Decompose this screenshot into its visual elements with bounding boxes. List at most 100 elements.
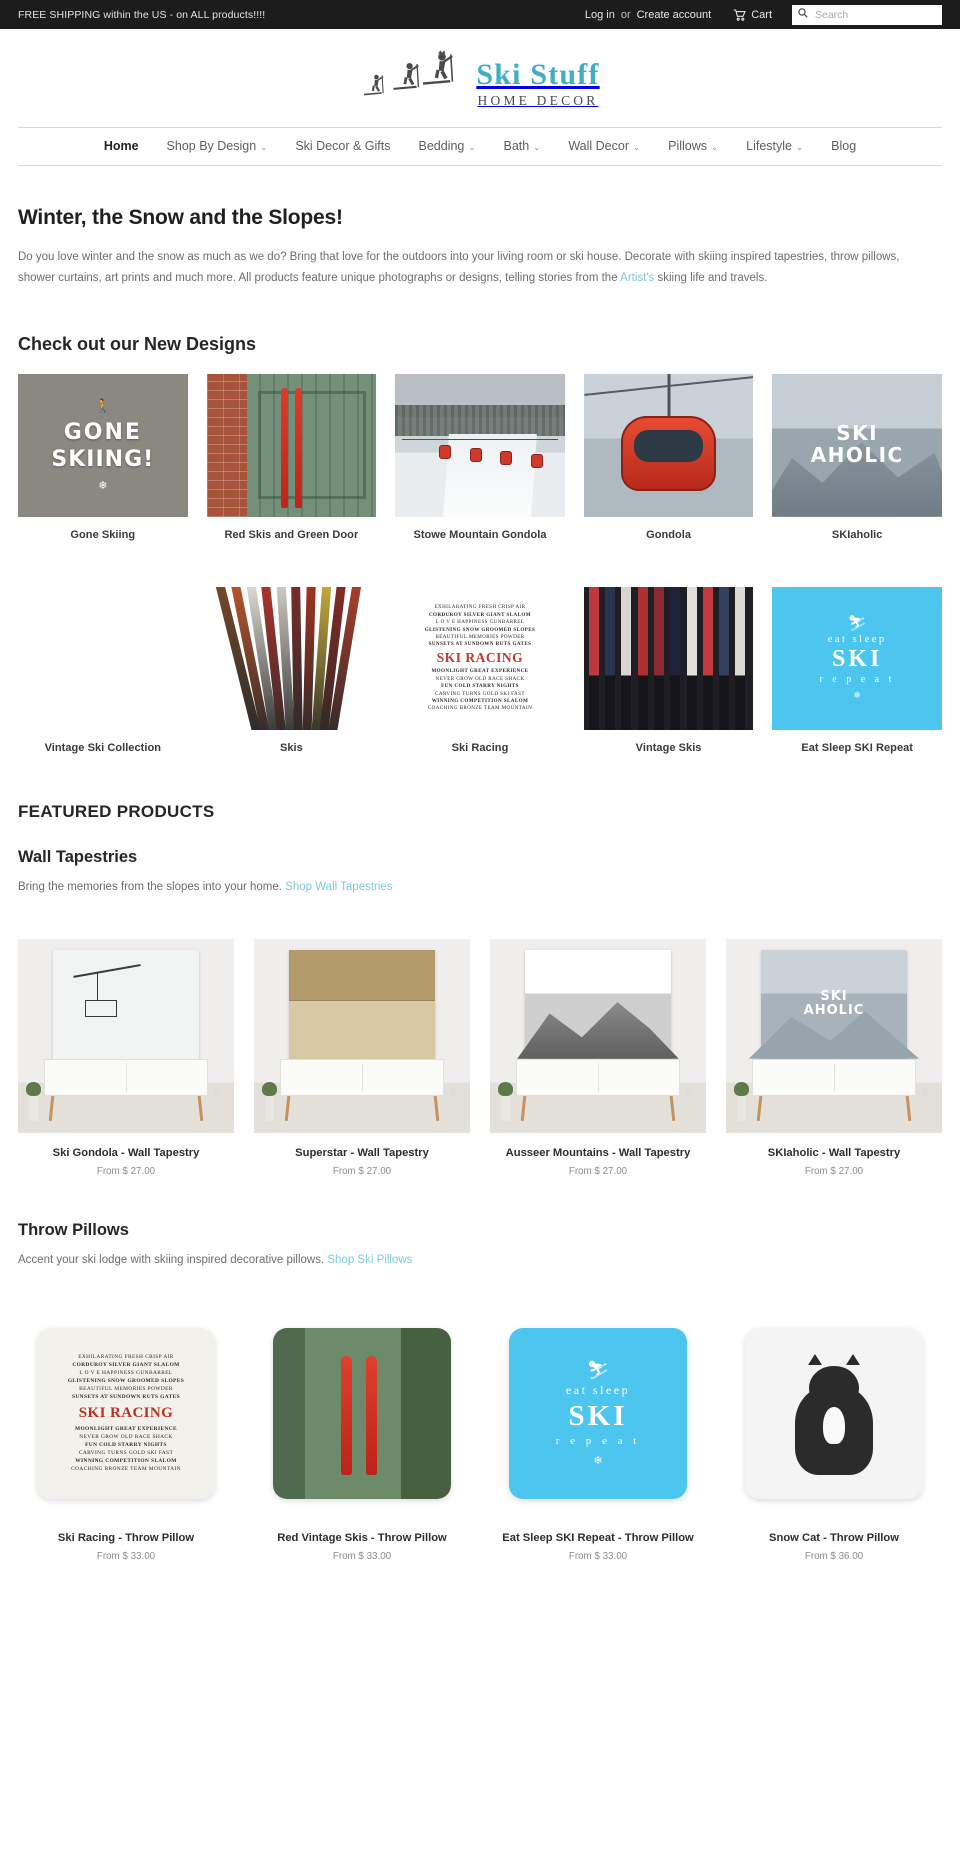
design-thumbnail-gondola[interactable] xyxy=(583,373,754,517)
product-card[interactable]: Ski Gondola - Wall Tapestry From $ 27.00 xyxy=(18,938,234,1177)
racing-line: BEAUTIFUL MEMORIES POWDER xyxy=(79,1385,173,1392)
design-card[interactable]: 🚶 GONE SKIING! ❄ Gone Skiing xyxy=(18,373,188,541)
main-content: Winter, the Snow and the Slopes! Do you … xyxy=(0,206,960,1562)
nav-item-bath[interactable]: Bath ⌄ xyxy=(489,139,554,153)
repeat-text: r e p e a t xyxy=(555,1434,641,1447)
nav-item-blog[interactable]: Blog xyxy=(817,139,870,153)
shop-wall-tapestries-link[interactable]: Shop Wall Tapestries xyxy=(285,881,392,893)
product-card[interactable]: EXHILARATING FRESH CRISP AIR CORDUROY SIL… xyxy=(18,1309,234,1562)
design-thumbnail-eat-sleep-ski-repeat[interactable]: ⛷ eat sleep SKI r e p e a t ❄ xyxy=(772,586,942,730)
eat-sleep-text: eat sleep xyxy=(827,633,887,645)
product-card[interactable]: Snow Cat - Throw Pillow From $ 36.00 xyxy=(726,1309,942,1562)
login-link[interactable]: Log in xyxy=(585,9,615,21)
design-thumbnail-red-skis-green-door[interactable] xyxy=(206,373,377,517)
design-caption: Vintage Skis xyxy=(635,741,702,754)
design-caption: Skis xyxy=(279,741,303,754)
design-caption: Vintage Ski Collection xyxy=(44,741,162,754)
design-caption: Red Skis and Green Door xyxy=(224,528,359,541)
artist-link[interactable]: Artist's xyxy=(620,272,654,284)
nav-item-label: Blog xyxy=(831,139,857,153)
new-designs-row-2: Vintage Ski Collection Skis EXHILARATING… xyxy=(18,586,942,754)
design-thumbnail-gone-skiing[interactable]: 🚶 GONE SKIING! ❄ xyxy=(18,373,188,517)
product-card[interactable]: SKI AHOLIC SKIaholic - Wall Tapestry Fro… xyxy=(726,938,942,1177)
racing-line: L O V E HAPPINESS GUNBARREL xyxy=(435,619,525,626)
account-links: Log in or Create account xyxy=(585,9,711,21)
nav-item-pillows[interactable]: Pillows ⌄ xyxy=(654,139,732,153)
design-card[interactable]: Stowe Mountain Gondola xyxy=(395,373,565,541)
page-title: Winter, the Snow and the Slopes! xyxy=(18,206,343,229)
product-card[interactable]: ⛷ eat sleep SKI r e p e a t ❄ Eat Sleep … xyxy=(490,1309,706,1562)
product-price: From $ 27.00 xyxy=(568,1165,628,1177)
throw-pillows-grid: EXHILARATING FRESH CRISP AIR CORDUROY SIL… xyxy=(18,1309,942,1562)
design-card[interactable]: Skis xyxy=(206,586,377,754)
wall-tapestries-description: Bring the memories from the slopes into … xyxy=(18,881,942,893)
design-card[interactable]: ⛷ eat sleep SKI r e p e a t ❄ Eat Sleep … xyxy=(772,586,942,754)
product-image-superstar-tapestry[interactable] xyxy=(254,938,470,1133)
search-box[interactable] xyxy=(792,4,942,25)
ski-text: SKI xyxy=(831,645,883,672)
eat-sleep-text: eat sleep xyxy=(565,1382,631,1397)
design-card[interactable]: Vintage Skis xyxy=(583,586,754,754)
design-thumbnail-stowe-mountain-gondola[interactable] xyxy=(395,373,565,517)
artwork-red-skis-green-door xyxy=(206,373,377,517)
product-name: Ausseer Mountains - Wall Tapestry xyxy=(505,1146,691,1159)
design-thumbnail-vintage-ski-collection[interactable] xyxy=(18,587,188,730)
snowflake-icon: ❄ xyxy=(853,689,861,700)
racing-line: GLISTENING SNOW GROOMED SLOPES xyxy=(67,1377,185,1384)
new-designs-row-1: 🚶 GONE SKIING! ❄ Gone Skiing Red Skis an… xyxy=(18,373,942,541)
product-card[interactable]: Red Vintage Skis - Throw Pillow From $ 3… xyxy=(254,1309,470,1562)
product-name: Eat Sleep SKI Repeat - Throw Pillow xyxy=(502,1531,694,1544)
tapestry-ski-line2: AHOLIC xyxy=(803,1003,865,1019)
design-card[interactable]: EXHILARATING FRESH CRISP AIR CORDUROY SIL… xyxy=(395,586,565,754)
nav-item-label: Ski Decor & Gifts xyxy=(295,139,391,153)
nav-item-shop-by-design[interactable]: Shop By Design ⌄ xyxy=(153,139,282,153)
skiaholic-line2: AHOLIC xyxy=(810,443,904,468)
skier-glyph-icon: ⛷ xyxy=(586,1359,610,1380)
design-card[interactable]: SKI AHOLIC SKIaholic xyxy=(772,373,942,541)
product-image-red-vintage-skis-pillow[interactable] xyxy=(254,1309,470,1518)
nav-item-wall-decor[interactable]: Wall Decor ⌄ xyxy=(554,139,654,153)
product-image-eat-sleep-ski-repeat-pillow[interactable]: ⛷ eat sleep SKI r e p e a t ❄ xyxy=(490,1309,706,1518)
product-card[interactable]: Ausseer Mountains - Wall Tapestry From $… xyxy=(490,938,706,1177)
search-input[interactable] xyxy=(813,7,936,22)
nav-item-lifestyle[interactable]: Lifestyle ⌄ xyxy=(732,139,817,153)
product-card[interactable]: Superstar - Wall Tapestry From $ 27.00 xyxy=(254,938,470,1177)
chevron-down-icon: ⌄ xyxy=(796,141,804,152)
product-image-ausseer-mountains-tapestry[interactable] xyxy=(490,938,706,1133)
artwork-gone-skiing: 🚶 GONE SKIING! ❄ xyxy=(18,373,188,517)
design-card[interactable]: Vintage Ski Collection xyxy=(18,587,188,754)
create-account-link[interactable]: Create account xyxy=(637,9,712,21)
throw-pillows-description: Accent your ski lodge with skiing inspir… xyxy=(18,1254,942,1266)
nav-item-bedding[interactable]: Bedding ⌄ xyxy=(404,139,489,153)
nav-item-label: Shop By Design xyxy=(166,139,257,153)
design-thumbnail-vintage-skis[interactable] xyxy=(583,586,754,730)
product-image-skiaholic-tapestry[interactable]: SKI AHOLIC xyxy=(726,938,942,1133)
gone-text: GONE xyxy=(63,420,142,446)
nav-item-home[interactable]: Home xyxy=(90,139,153,153)
racing-line: COACHING BRONZE TEAM MOUNTAIN xyxy=(71,1466,181,1473)
racing-line: GLISTENING SNOW GROOMED SLOPES xyxy=(424,626,536,633)
racing-line: FUN COLD STARRY NIGHTS xyxy=(441,683,519,690)
design-thumbnail-skiaholic[interactable]: SKI AHOLIC xyxy=(772,373,942,517)
or-separator: or xyxy=(620,8,631,21)
racing-line: MOONLIGHT GREAT EXPERIENCE xyxy=(74,1426,178,1433)
chevron-down-icon: ⌄ xyxy=(260,141,268,152)
design-card[interactable]: Gondola xyxy=(583,373,754,541)
product-image-snow-cat-pillow[interactable] xyxy=(726,1309,942,1518)
cart-button[interactable]: Cart xyxy=(733,9,772,21)
main-navigation: Home Shop By Design ⌄ Ski Decor & Gifts Bedd… xyxy=(18,127,942,165)
design-card[interactable]: Red Skis and Green Door xyxy=(206,373,377,541)
design-thumbnail-skis[interactable] xyxy=(206,586,377,730)
racing-line: CORDUROY SILVER GIANT SLALOM xyxy=(72,1361,180,1368)
shop-ski-pillows-link[interactable]: Shop Ski Pillows xyxy=(327,1254,412,1266)
product-name: Ski Gondola - Wall Tapestry xyxy=(52,1146,200,1159)
logo-link[interactable]: Ski Stuff HOME DECOR xyxy=(360,48,599,111)
product-name: Ski Racing - Throw Pillow xyxy=(57,1531,195,1544)
nav-bottom-divider xyxy=(18,165,942,166)
nav-item-ski-decor-gifts[interactable]: Ski Decor & Gifts xyxy=(281,139,404,153)
product-image-ski-gondola-tapestry[interactable] xyxy=(18,938,234,1133)
product-image-ski-racing-pillow[interactable]: EXHILARATING FRESH CRISP AIR CORDUROY SIL… xyxy=(18,1309,234,1518)
ski-text: SKI xyxy=(568,1399,628,1432)
design-thumbnail-ski-racing[interactable]: EXHILARATING FRESH CRISP AIR CORDUROY SIL… xyxy=(395,586,565,730)
ski-racing-title: SKI RACING xyxy=(78,1404,174,1421)
